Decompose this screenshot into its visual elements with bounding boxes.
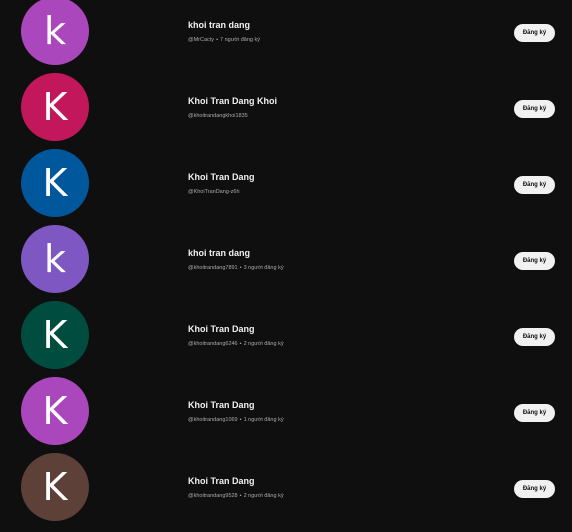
channel-name[interactable]: Khoi Tran Dang	[188, 475, 488, 487]
subscriber-count: 3 người đăng ký	[243, 265, 284, 271]
channel-list: k khoi tran dang @MrCacty • 7 người đăng k…	[0, 0, 572, 525]
channel-row[interactable]: K Khoi Tran Dang Khoi @khoitrandangkhoi1…	[0, 69, 572, 145]
channel-name[interactable]: Khoi Tran Dang Khoi	[188, 95, 488, 107]
subscribe-button[interactable]: Đăng ký	[514, 24, 555, 42]
channel-meta: @khoitrandang6246 • 2 người đăng ký	[188, 340, 488, 348]
channel-info: Khoi Tran Dang @khoitrandang9528 • 2 người…	[188, 475, 488, 500]
subscribe-button[interactable]: Đăng ký	[514, 252, 555, 270]
channel-name[interactable]: khoi tran dang	[188, 19, 488, 31]
channel-info: khoi tran dang @khoitrandang7891 • 3 người…	[188, 247, 488, 272]
channel-row[interactable]: K Khoi Tran Dang @khoitrandang9528 • 2 ngư…	[0, 449, 572, 525]
channel-handle: @khoitrandangkhoi1835	[188, 113, 248, 119]
channel-handle: @khoitrandang7891	[188, 265, 238, 271]
channel-info: Khoi Tran Dang @KhoiTranDang-z6h	[188, 171, 488, 196]
meta-separator: •	[239, 341, 242, 347]
subscribe-button[interactable]: Đăng ký	[514, 328, 555, 346]
avatar[interactable]: k	[21, 225, 89, 293]
channel-row[interactable]: K Khoi Tran Dang @khoitrandang6246 • 2 ngư…	[0, 297, 572, 373]
channel-row[interactable]: k khoi tran dang @MrCacty • 7 người đăng k…	[0, 0, 572, 69]
channel-handle: @khoitrandang1069	[188, 417, 238, 423]
channel-row[interactable]: K Khoi Tran Dang @KhoiTranDang-z6h Đăng …	[0, 145, 572, 221]
meta-separator: •	[239, 417, 242, 423]
channel-meta: @MrCacty • 7 người đăng ký	[188, 36, 488, 44]
channel-name[interactable]: Khoi Tran Dang	[188, 399, 488, 411]
channel-name[interactable]: khoi tran dang	[188, 247, 488, 259]
meta-separator: •	[239, 265, 242, 271]
avatar[interactable]: K	[21, 149, 89, 217]
subscriber-count: 1 người đăng ký	[243, 417, 284, 423]
subscriber-count: 7 người đăng ký	[220, 37, 261, 43]
channel-handle: @khoitrandang6246	[188, 341, 238, 347]
avatar[interactable]: K	[21, 73, 89, 141]
channel-meta: @KhoiTranDang-z6h	[188, 188, 488, 196]
channel-meta: @khoitrandang7891 • 3 người đăng ký	[188, 264, 488, 272]
avatar[interactable]: k	[21, 0, 89, 65]
channel-row[interactable]: K Khoi Tran Dang @khoitrandang1069 • 1 ngư…	[0, 373, 572, 449]
subscriber-count: 2 người đăng ký	[243, 493, 284, 499]
channel-info: Khoi Tran Dang @khoitrandang6246 • 2 người…	[188, 323, 488, 348]
channel-info: khoi tran dang @MrCacty • 7 người đăng ký	[188, 19, 488, 44]
subscribe-button[interactable]: Đăng ký	[514, 480, 555, 498]
channel-handle: @khoitrandang9528	[188, 493, 238, 499]
avatar[interactable]: K	[21, 453, 89, 521]
avatar[interactable]: K	[21, 301, 89, 369]
channel-name[interactable]: Khoi Tran Dang	[188, 171, 488, 183]
channel-info: Khoi Tran Dang Khoi @khoitrandangkhoi183…	[188, 95, 488, 120]
channel-info: Khoi Tran Dang @khoitrandang1069 • 1 người…	[188, 399, 488, 424]
channel-meta: @khoitrandang1069 • 1 người đăng ký	[188, 416, 488, 424]
meta-separator: •	[216, 37, 218, 43]
subscribe-button[interactable]: Đăng ký	[514, 100, 555, 118]
subscribe-button[interactable]: Đăng ký	[514, 404, 555, 422]
meta-separator: •	[239, 493, 242, 499]
channel-handle: @MrCacty	[188, 37, 215, 43]
channel-meta: @khoitrandang9528 • 2 người đăng ký	[188, 492, 488, 500]
channel-meta: @khoitrandangkhoi1835	[188, 112, 488, 120]
channel-row[interactable]: k khoi tran dang @khoitrandang7891 • 3 ngư…	[0, 221, 572, 297]
avatar[interactable]: K	[21, 377, 89, 445]
channel-handle: @KhoiTranDang-z6h	[188, 189, 240, 195]
channel-name[interactable]: Khoi Tran Dang	[188, 323, 488, 335]
subscribe-button[interactable]: Đăng ký	[514, 176, 555, 194]
subscriber-count: 2 người đăng ký	[243, 341, 284, 347]
